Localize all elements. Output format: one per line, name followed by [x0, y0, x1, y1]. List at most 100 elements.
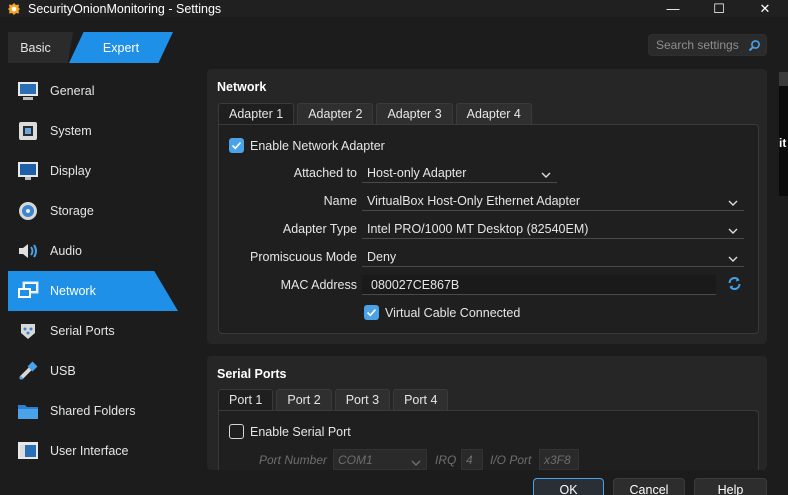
minimize-button[interactable]: — [650, 0, 696, 17]
network-icon [16, 279, 40, 303]
attached-to-select[interactable]: Host-only Adapter [362, 163, 557, 183]
io-port-field[interactable]: x3F8 [539, 449, 579, 470]
sidebar-item-shared-folders[interactable]: Shared Folders [8, 391, 178, 431]
adapter-name-value: VirtualBox Host-Only Ethernet Adapter [367, 193, 581, 208]
sidebar-item-general[interactable]: General [8, 71, 178, 111]
attached-to-value: Host-only Adapter [367, 165, 467, 180]
help-button[interactable]: Help [694, 478, 767, 495]
background-window-text: it [779, 136, 787, 150]
adapter-name-select[interactable]: VirtualBox Host-Only Ethernet Adapter [362, 191, 744, 211]
io-port-value: x3F8 [544, 452, 571, 467]
mac-address-field[interactable]: 080027CE867B [362, 275, 716, 295]
usb-icon [16, 359, 40, 383]
sidebar-item-network[interactable]: Network [8, 271, 178, 311]
tab-adapter-2[interactable]: Adapter 2 [297, 103, 374, 124]
search-icon[interactable] [748, 39, 761, 55]
sidebar-item-label: USB [50, 364, 76, 378]
tab-adapter-4[interactable]: Adapter 4 [455, 103, 532, 124]
tab-adapter-3[interactable]: Adapter 3 [376, 103, 453, 124]
tab-adapter-1[interactable]: Adapter 1 [218, 103, 295, 124]
port-number-value: COM1 [338, 452, 373, 467]
window-title: SecurityOnionMonitoring - Settings [28, 1, 222, 16]
serial-ports-icon [16, 319, 40, 343]
ok-button[interactable]: OK [533, 478, 604, 495]
io-port-label: I/O Port [490, 453, 532, 467]
network-section: Network Adapter 1 Adapter 2 Adapter 3 Ad… [207, 69, 767, 344]
virtualbox-app-icon [7, 2, 21, 16]
general-icon [16, 79, 40, 103]
maximize-button[interactable]: ☐ [696, 0, 742, 17]
promiscuous-mode-select[interactable]: Deny [362, 247, 744, 267]
enable-serial-port-label: Enable Serial Port [250, 424, 351, 439]
refresh-mac-icon[interactable] [727, 276, 742, 294]
sidebar-item-label: Serial Ports [50, 324, 115, 338]
mac-address-label: MAC Address [280, 278, 357, 292]
chevron-down-icon [541, 168, 551, 182]
sidebar-item-audio[interactable]: Audio [8, 231, 178, 271]
adapter-tabs: Adapter 1 Adapter 2 Adapter 3 Adapter 4 [218, 103, 535, 124]
shared-folders-icon [16, 399, 40, 423]
system-icon [16, 119, 40, 143]
serial-ports-section: Serial Ports Port 1 Port 2 Port 3 Port 4… [207, 356, 767, 470]
sidebar-item-label: System [50, 124, 92, 138]
settings-sidebar: General System Display Storage Audio Net… [8, 71, 178, 471]
chevron-down-icon [728, 224, 738, 238]
sidebar-item-label: Audio [50, 244, 82, 258]
promiscuous-mode-label: Promiscuous Mode [250, 250, 357, 264]
port-settings: Enable Serial Port Port Number COM1 IRQ … [218, 410, 759, 470]
enable-serial-port-checkbox[interactable] [229, 424, 244, 439]
cancel-button[interactable]: Cancel [613, 478, 685, 495]
tab-port-4[interactable]: Port 4 [393, 389, 449, 410]
port-tabs: Port 1 Port 2 Port 3 Port 4 [218, 389, 451, 410]
tab-port-1[interactable]: Port 1 [218, 389, 274, 410]
tab-port-2[interactable]: Port 2 [276, 389, 332, 410]
sidebar-item-label: Network [50, 284, 96, 298]
adapter-settings: Enable Network Adapter Attached to Host-… [218, 124, 759, 334]
title-bar: SecurityOnionMonitoring - Settings — ☐ ✕ [0, 0, 788, 17]
irq-field[interactable]: 4 [461, 449, 483, 470]
storage-icon [16, 199, 40, 223]
virtual-cable-connected-row: Virtual Cable Connected [364, 305, 520, 320]
enable-network-adapter-row: Enable Network Adapter [229, 138, 385, 153]
search-settings-box [648, 34, 767, 56]
expert-mode-tab[interactable]: Expert [69, 32, 173, 63]
sidebar-item-label: Storage [50, 204, 94, 218]
enable-network-adapter-label: Enable Network Adapter [250, 138, 385, 153]
sidebar-item-label: Display [50, 164, 91, 178]
sidebar-item-storage[interactable]: Storage [8, 191, 178, 231]
display-icon [16, 159, 40, 183]
close-button[interactable]: ✕ [742, 0, 788, 17]
enable-network-adapter-checkbox[interactable] [229, 138, 244, 153]
mac-address-value: 080027CE867B [371, 277, 460, 292]
adapter-type-value: Intel PRO/1000 MT Desktop (82540EM) [367, 221, 589, 236]
mode-switch: Basic Expert [8, 32, 173, 63]
adapter-type-label: Adapter Type [282, 222, 357, 236]
irq-value: 4 [466, 452, 473, 467]
port-number-label: Port Number [259, 453, 328, 467]
sidebar-item-serial-ports[interactable]: Serial Ports [8, 311, 178, 351]
sidebar-item-system[interactable]: System [8, 111, 178, 151]
search-input[interactable] [656, 38, 748, 52]
section-title: Serial Ports [217, 367, 287, 381]
sidebar-item-usb[interactable]: USB [8, 351, 178, 391]
user-interface-icon [16, 439, 40, 463]
name-label: Name [323, 194, 357, 208]
chevron-down-icon [728, 252, 738, 266]
sidebar-item-label: Shared Folders [50, 404, 136, 418]
virtual-cable-connected-checkbox[interactable] [364, 305, 379, 320]
adapter-type-select[interactable]: Intel PRO/1000 MT Desktop (82540EM) [362, 219, 744, 239]
sidebar-item-display[interactable]: Display [8, 151, 178, 191]
basic-mode-tab[interactable]: Basic [8, 32, 73, 63]
promiscuous-mode-value: Deny [367, 249, 397, 264]
background-window-strip [779, 72, 788, 86]
sidebar-item-label: General [50, 84, 95, 98]
irq-label: IRQ [435, 453, 457, 467]
sidebar-item-user-interface[interactable]: User Interface [8, 431, 178, 471]
background-window: it [779, 72, 788, 196]
sidebar-item-label: User Interface [50, 444, 129, 458]
port-number-select[interactable]: COM1 [333, 449, 427, 470]
enable-serial-port-row: Enable Serial Port [229, 424, 351, 439]
tab-port-3[interactable]: Port 3 [334, 389, 391, 410]
section-title: Network [217, 80, 267, 94]
audio-icon [16, 239, 40, 263]
